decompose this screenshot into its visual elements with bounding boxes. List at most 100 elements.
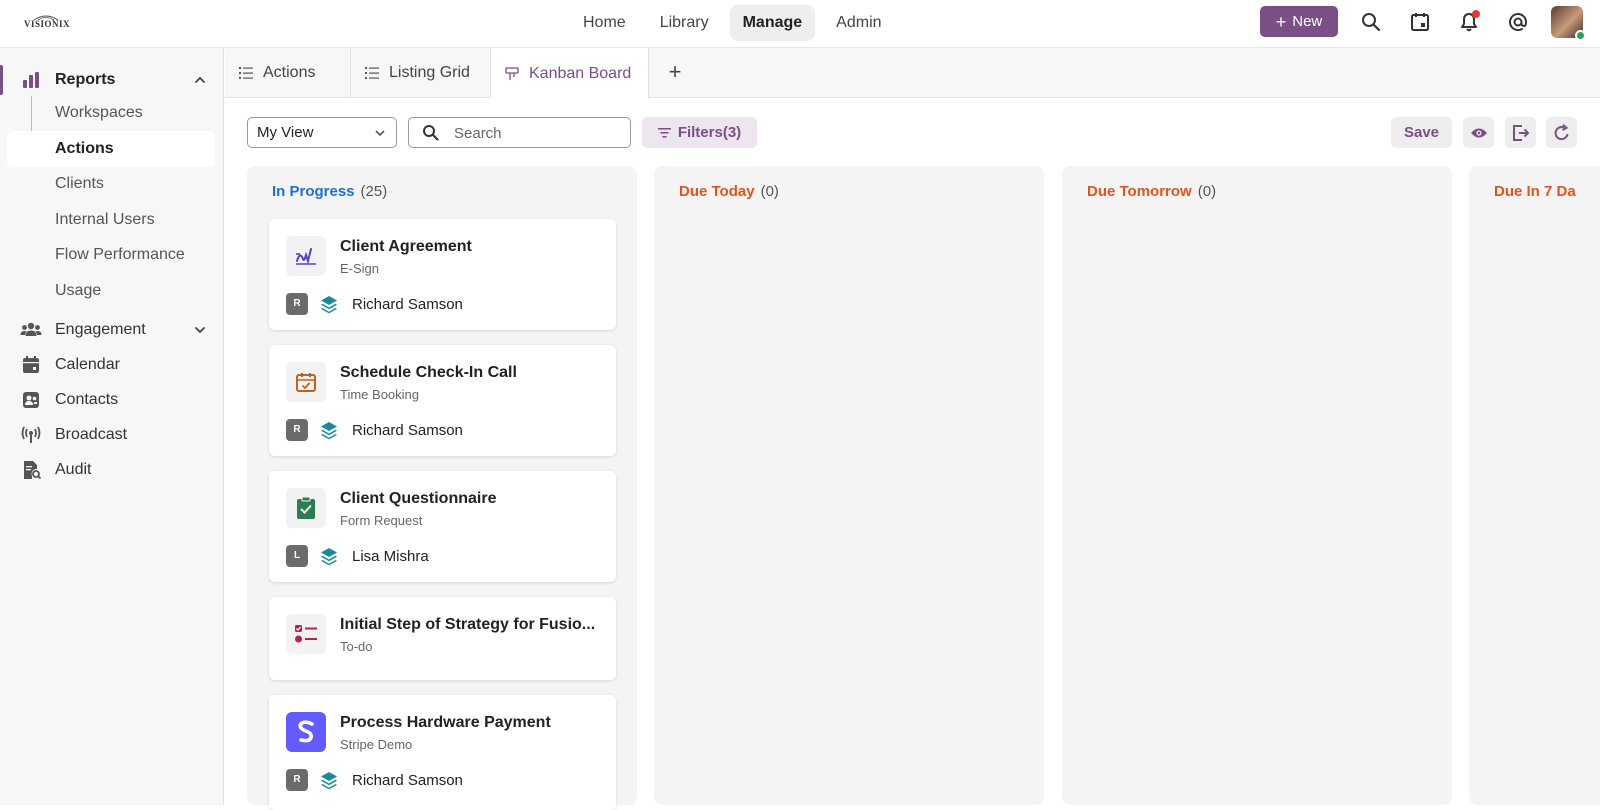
chevron-up-icon[interactable] [192, 72, 208, 88]
online-status-indicator [1575, 30, 1586, 41]
kanban-card[interactable]: Schedule Check-In Call Time Booking R Ri… [269, 345, 616, 456]
sidebar-item-label: Contacts [55, 391, 119, 408]
assignee-initial: L [286, 545, 308, 567]
nav-manage[interactable]: Manage [729, 5, 816, 41]
kanban-card[interactable]: Process Hardware Payment Stripe Demo R R… [269, 695, 616, 810]
sidebar-item-broadcast[interactable]: Broadcast [0, 418, 224, 452]
nav-library[interactable]: Library [647, 5, 722, 41]
main-nav: Home Library Manage Admin [570, 5, 895, 41]
sidebar-item-contacts[interactable]: Contacts [0, 383, 224, 417]
view-select[interactable]: My View [247, 117, 397, 148]
sidebar-item-calendar[interactable]: Calendar [0, 348, 224, 382]
todo-list-icon [286, 614, 326, 654]
add-tab-button[interactable]: + [663, 61, 687, 85]
tab-label: Kanban Board [529, 64, 632, 82]
card-type: Stripe Demo [340, 737, 413, 752]
layers-icon [321, 422, 337, 440]
column-header: Due Tomorrow (0) [1087, 183, 1216, 200]
audit-icon [20, 459, 42, 481]
column-title: Due Tomorrow [1087, 183, 1192, 200]
kanban-card[interactable]: Client Agreement E-Sign R Richard Samson [269, 219, 616, 330]
sidebar-item-audit[interactable]: Audit [0, 453, 224, 487]
assignee-initial: R [286, 293, 308, 315]
assignee-name: Richard Samson [352, 295, 463, 313]
bell-icon[interactable] [1457, 10, 1481, 34]
search-icon [423, 125, 439, 141]
tab-kanban-board[interactable]: Kanban Board [491, 48, 649, 99]
list-icon [365, 67, 379, 79]
card-assignee: R Richard Samson [286, 293, 463, 315]
kanban-column-in-progress: In Progress (25) Client Agreement E-Sign … [247, 166, 637, 810]
card-type: E-Sign [340, 261, 380, 276]
user-avatar[interactable] [1551, 6, 1586, 41]
kanban-card[interactable]: Initial Step of Strategy for Fusio... To… [269, 597, 616, 680]
sidebar-subitem-internal-users[interactable]: Internal Users [55, 205, 155, 235]
tab-listing-grid[interactable]: Listing Grid [351, 48, 491, 98]
calendar-check-icon[interactable] [1408, 10, 1432, 34]
card-title: Process Hardware Payment [340, 714, 551, 731]
sidebar-item-label: Broadcast [55, 426, 128, 443]
new-button[interactable]: + New [1260, 6, 1338, 37]
sidebar: Reports Workspaces Actions Clients Inter… [0, 48, 224, 805]
calendar-booking-icon [286, 362, 326, 402]
filters-button[interactable]: Filters(3) [642, 117, 757, 148]
card-type: Time Booking [340, 387, 419, 402]
sidebar-subitem-actions[interactable]: Actions [55, 134, 114, 164]
column-header: In Progress (25) [272, 183, 387, 200]
card-assignee: L Lisa Mishra [286, 545, 429, 567]
tab-actions[interactable]: Actions [225, 48, 351, 98]
card-title: Schedule Check-In Call [340, 364, 517, 381]
export-icon [1512, 124, 1529, 141]
filter-icon [657, 127, 671, 137]
search-icon[interactable] [1359, 10, 1383, 34]
logo-text: VISIONIX [24, 19, 71, 29]
column-title: Due In 7 Da [1494, 183, 1576, 200]
refresh-button[interactable] [1546, 117, 1577, 148]
export-button[interactable] [1505, 117, 1536, 148]
card-type: To-do [340, 639, 373, 654]
top-bar: VISIONIX Home Library Manage Admin + New [0, 0, 1600, 48]
kanban-card[interactable]: Client Questionnaire Form Request L Lisa… [269, 471, 616, 582]
preview-button[interactable] [1463, 117, 1494, 148]
tab-label: Listing Grid [389, 64, 470, 81]
sidebar-item-engagement[interactable]: Engagement [0, 313, 224, 347]
people-icon [20, 319, 42, 341]
assignee-name: Richard Samson [352, 421, 463, 439]
view-tabs: Actions Listing Grid Kanban Board + [225, 48, 1600, 99]
card-type: Form Request [340, 513, 423, 528]
sidebar-subitem-flow-performance[interactable]: Flow Performance [55, 240, 185, 270]
kanban-column-due-tomorrow: Due Tomorrow (0) [1062, 166, 1452, 805]
sidebar-item-label: Reports [55, 71, 116, 88]
refresh-icon [1554, 123, 1568, 140]
column-count: (0) [1197, 183, 1217, 200]
sidebar-subitem-workspaces[interactable]: Workspaces [55, 98, 143, 128]
column-count: (25) [360, 183, 388, 200]
nav-admin[interactable]: Admin [823, 5, 894, 41]
assignee-name: Lisa Mishra [352, 547, 429, 565]
sidebar-subitem-clients[interactable]: Clients [55, 169, 104, 199]
column-header: Due Today (0) [679, 183, 779, 200]
layers-icon [321, 548, 337, 566]
at-icon[interactable] [1506, 10, 1530, 34]
brand-logo[interactable]: VISIONIX [24, 13, 71, 31]
nav-home[interactable]: Home [570, 5, 639, 41]
kanban-icon [505, 66, 519, 80]
view-select-value: My View [257, 124, 314, 141]
save-button[interactable]: Save [1391, 117, 1452, 148]
search-field[interactable] [408, 117, 631, 148]
eye-icon [1470, 128, 1487, 137]
sidebar-item-reports[interactable]: Reports [0, 63, 224, 97]
calendar-icon [20, 354, 42, 376]
new-button-label: New [1292, 13, 1323, 30]
list-icon [239, 67, 253, 79]
kanban-column-due-today: Due Today (0) [654, 166, 1044, 805]
assignee-initial: R [286, 769, 308, 791]
column-title: Due Today [679, 183, 755, 200]
tab-label: Actions [263, 64, 316, 81]
search-input[interactable] [454, 123, 624, 143]
card-title: Initial Step of Strategy for Fusio... [340, 616, 596, 633]
column-header: Due In 7 Da [1494, 183, 1576, 200]
assignee-initial: R [286, 419, 308, 441]
chevron-down-icon[interactable] [192, 322, 208, 338]
sidebar-subitem-usage[interactable]: Usage [55, 276, 101, 306]
